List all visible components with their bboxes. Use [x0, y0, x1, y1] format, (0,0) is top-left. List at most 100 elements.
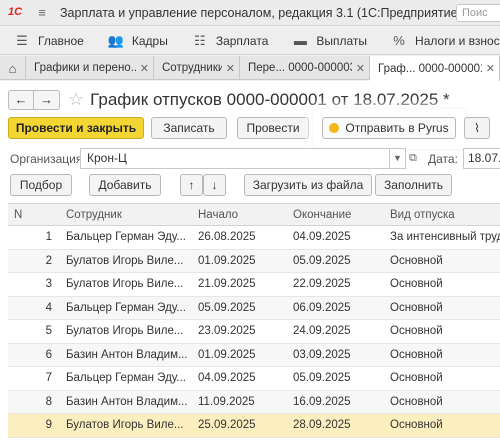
employee-cell[interactable]: Базин Антон Владим...: [60, 396, 192, 408]
row-number[interactable]: 2: [8, 255, 60, 267]
table-row[interactable]: 9 Булатов Игорь Виле... 25.09.2025 28.09.20…: [8, 414, 500, 438]
employee-cell[interactable]: Булатов Игорь Виле...: [60, 325, 192, 337]
employee-cell[interactable]: Булатов Игорь Виле...: [60, 419, 192, 431]
end-date-cell[interactable]: 24.09.2025: [287, 325, 384, 337]
table-row[interactable]: 7 Бальцер Герман Эду... 04.09.2025 05.09.20…: [8, 367, 500, 391]
section-salary[interactable]: ☷ Зарплата: [178, 27, 279, 55]
end-date-cell[interactable]: 03.09.2025: [287, 349, 384, 361]
tab-label: Граф... 0000-000001: [378, 62, 482, 75]
fill-button[interactable]: Заполнить: [375, 174, 452, 196]
employee-cell[interactable]: Булатов Игорь Виле...: [60, 255, 192, 267]
add-button[interactable]: Добавить: [89, 174, 161, 196]
col-employee[interactable]: Сотрудник: [60, 209, 192, 221]
open-icon[interactable]: ⧉: [409, 152, 417, 165]
search-input[interactable]: Поис: [456, 4, 500, 22]
load-from-file-button[interactable]: Загрузить из файла: [244, 174, 372, 196]
tab-schedules[interactable]: Графики и перено... ✕: [26, 56, 154, 80]
table-row[interactable]: 5 Булатов Игорь Виле... 23.09.2025 24.09.20…: [8, 320, 500, 344]
home-icon[interactable]: ⌂: [0, 56, 26, 80]
start-date-cell[interactable]: 25.09.2025: [192, 419, 287, 431]
star-icon[interactable]: ☆: [68, 89, 84, 110]
vacation-type-cell[interactable]: Основной: [384, 278, 500, 290]
row-number[interactable]: 8: [8, 396, 60, 408]
vacation-type-cell[interactable]: Основной: [384, 349, 500, 361]
table-body: 1 Бальцер Герман Эду... 26.08.2025 04.09.20…: [8, 226, 500, 438]
pick-button[interactable]: Подбор: [10, 174, 72, 196]
start-date-cell[interactable]: 04.09.2025: [192, 372, 287, 384]
section-label: Кадры: [131, 33, 168, 48]
start-date-cell[interactable]: 21.09.2025: [192, 278, 287, 290]
table-row[interactable]: 8 Базин Антон Владим... 11.09.2025 16.09.20…: [8, 390, 500, 414]
end-date-cell[interactable]: 06.09.2025: [287, 302, 384, 314]
vacation-type-cell[interactable]: Основной: [384, 419, 500, 431]
start-date-cell[interactable]: 26.08.2025: [192, 231, 287, 243]
start-date-cell[interactable]: 01.09.2025: [192, 255, 287, 267]
org-field[interactable]: Крон-Ц: [80, 148, 390, 169]
row-number[interactable]: 9: [8, 419, 60, 431]
tab-transfer[interactable]: Пере... 0000-000003 ✕: [240, 56, 370, 80]
end-date-cell[interactable]: 04.09.2025: [287, 231, 384, 243]
row-number[interactable]: 6: [8, 349, 60, 361]
save-button[interactable]: Записать: [151, 117, 227, 139]
row-number[interactable]: 7: [8, 372, 60, 384]
row-number[interactable]: 4: [8, 302, 60, 314]
employee-cell[interactable]: Бальцер Герман Эду...: [60, 231, 192, 243]
employee-cell[interactable]: Базин Антон Владим...: [60, 349, 192, 361]
send-pyrus-button[interactable]: Отправить в Pyrus: [322, 117, 456, 139]
attach-button[interactable]: ⌇: [464, 117, 490, 139]
post-and-close-button[interactable]: Провести и закрыть: [8, 117, 144, 139]
end-date-cell[interactable]: 05.09.2025: [287, 372, 384, 384]
org-label: Организация:: [10, 152, 86, 166]
move-down-button[interactable]: ↓: [203, 174, 226, 196]
section-hr[interactable]: 👥 Кадры: [94, 27, 178, 55]
col-start[interactable]: Начало: [192, 209, 287, 221]
row-number[interactable]: 1: [8, 231, 60, 243]
start-date-cell[interactable]: 11.09.2025: [192, 396, 287, 408]
tab-vacation-schedule[interactable]: Граф... 0000-000001 ✕: [370, 56, 500, 81]
vacation-type-cell[interactable]: Основной: [384, 255, 500, 267]
start-date-cell[interactable]: 23.09.2025: [192, 325, 287, 337]
menu-icon[interactable]: ≡: [34, 5, 50, 21]
table-row[interactable]: 1 Бальцер Герман Эду... 26.08.2025 04.09.20…: [8, 226, 500, 250]
back-button[interactable]: ←: [8, 89, 34, 110]
section-taxes[interactable]: % Налоги и взносы: [377, 27, 500, 55]
table-row[interactable]: 6 Базин Антон Владим... 01.09.2025 03.09.20…: [8, 343, 500, 367]
employee-cell[interactable]: Бальцер Герман Эду...: [60, 302, 192, 314]
forward-button[interactable]: →: [34, 89, 60, 110]
close-icon[interactable]: ✕: [356, 62, 365, 75]
paperclip-icon: ⌇: [474, 121, 480, 135]
col-type[interactable]: Вид отпуска: [384, 209, 500, 221]
row-number[interactable]: 3: [8, 278, 60, 290]
move-up-button[interactable]: ↑: [180, 174, 203, 196]
vacation-type-cell[interactable]: Основной: [384, 396, 500, 408]
send-pyrus-label: Отправить в Pyrus: [345, 121, 449, 135]
table-row[interactable]: 2 Булатов Игорь Виле... 01.09.2025 05.09.20…: [8, 249, 500, 273]
section-payments[interactable]: ▬ Выплаты: [278, 27, 377, 55]
close-icon[interactable]: ✕: [486, 62, 495, 75]
chevron-down-icon[interactable]: ▼: [390, 148, 406, 169]
col-n[interactable]: N: [8, 209, 60, 221]
start-date-cell[interactable]: 01.09.2025: [192, 349, 287, 361]
post-button[interactable]: Провести: [237, 117, 309, 139]
date-label: Дата:: [428, 152, 458, 166]
date-field[interactable]: 18.07.2025: [463, 148, 500, 169]
end-date-cell[interactable]: 16.09.2025: [287, 396, 384, 408]
end-date-cell[interactable]: 22.09.2025: [287, 278, 384, 290]
employee-cell[interactable]: Булатов Игорь Виле...: [60, 278, 192, 290]
start-date-cell[interactable]: 05.09.2025: [192, 302, 287, 314]
vacation-type-cell[interactable]: Основной: [384, 372, 500, 384]
employee-cell[interactable]: Бальцер Герман Эду...: [60, 372, 192, 384]
end-date-cell[interactable]: 28.09.2025: [287, 419, 384, 431]
close-icon[interactable]: ✕: [226, 62, 235, 75]
row-number[interactable]: 5: [8, 325, 60, 337]
table-row[interactable]: 3 Булатов Игорь Виле... 21.09.2025 22.09.20…: [8, 273, 500, 297]
tab-employees[interactable]: Сотрудники ✕: [154, 56, 240, 80]
vacation-type-cell[interactable]: Основной: [384, 302, 500, 314]
vacation-type-cell[interactable]: За интенсивный труд: [384, 231, 500, 243]
vacation-type-cell[interactable]: Основной: [384, 325, 500, 337]
table-row[interactable]: 4 Бальцер Герман Эду... 05.09.2025 06.09.20…: [8, 296, 500, 320]
end-date-cell[interactable]: 05.09.2025: [287, 255, 384, 267]
section-main[interactable]: ☰ Главное: [0, 27, 94, 55]
close-icon[interactable]: ✕: [140, 62, 149, 75]
col-end[interactable]: Окончание: [287, 209, 384, 221]
